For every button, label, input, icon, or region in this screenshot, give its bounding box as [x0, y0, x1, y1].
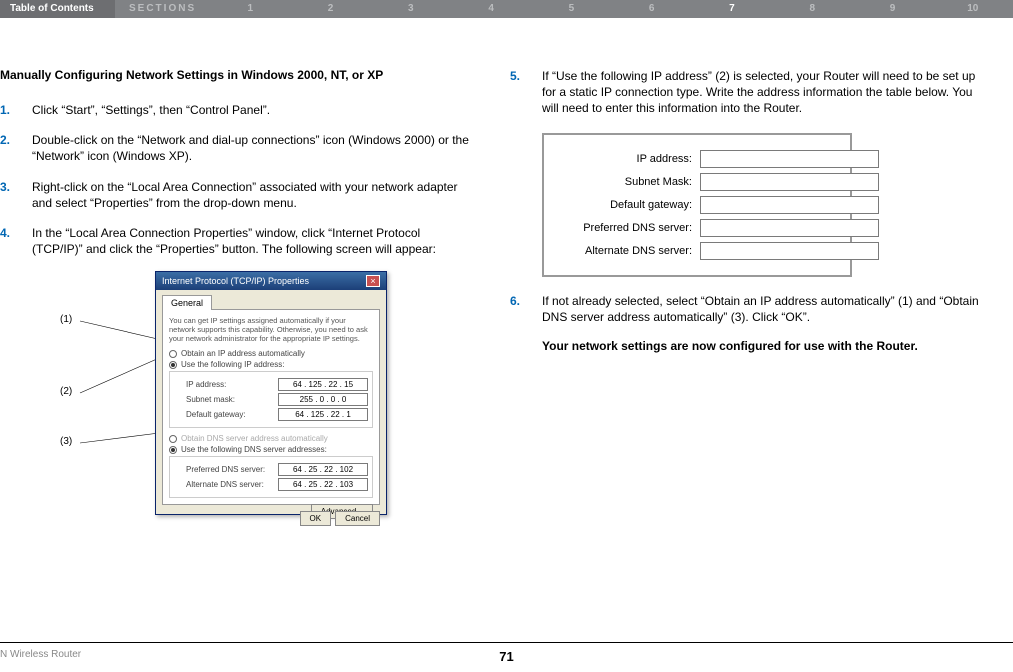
nav-1[interactable]: 1 [210, 0, 290, 18]
cancel-button[interactable]: Cancel [335, 511, 380, 526]
adns-label: Alternate DNS server: [550, 245, 700, 257]
general-tab[interactable]: General [162, 295, 212, 310]
adns-input[interactable] [278, 478, 368, 491]
callout-3: (3) [60, 436, 72, 447]
ip-group: IP address: Subnet mask: Default gateway… [169, 371, 373, 428]
adns-field[interactable] [700, 242, 879, 260]
nav-8[interactable]: 8 [772, 0, 852, 18]
radio-use-dns[interactable]: Use the following DNS server addresses: [169, 445, 373, 454]
dialog-title: Internet Protocol (TCP/IP) Properties [162, 276, 309, 286]
ip-field[interactable] [700, 150, 879, 168]
dialog-description: You can get IP settings assigned automat… [169, 316, 373, 343]
radio-label: Use the following IP address: [181, 360, 284, 369]
dns-group: Preferred DNS server: Alternate DNS serv… [169, 456, 373, 498]
gw-label: Default gateway: [550, 199, 700, 211]
nav-toc[interactable]: Table of Contents [0, 0, 115, 18]
radio-icon [169, 350, 177, 358]
pdns-label: Preferred DNS server: [550, 222, 700, 234]
nav-sections-label: SECTIONS [115, 0, 210, 18]
radio-use-ip[interactable]: Use the following IP address: [169, 360, 373, 369]
dialog-titlebar: Internet Protocol (TCP/IP) Properties × [156, 272, 386, 290]
radio-icon [169, 446, 177, 454]
gw-field[interactable] [700, 196, 879, 214]
step-6: 6. If not already selected, select “Obta… [510, 293, 980, 325]
callout-lines [60, 271, 160, 521]
nav-6[interactable]: 6 [612, 0, 692, 18]
adns-label: Alternate DNS server: [186, 480, 264, 489]
nav-5[interactable]: 5 [531, 0, 611, 18]
footer-product: N Wireless Router [0, 649, 81, 660]
step-text: Click “Start”, “Settings”, then “Control… [32, 102, 470, 118]
step-text: Right-click on the “Local Area Connectio… [32, 179, 470, 211]
sm-label: Subnet mask: [186, 395, 235, 404]
ip-entry-table: IP address: Subnet Mask: Default gateway… [542, 133, 852, 277]
ip-input[interactable] [278, 378, 368, 391]
step-num: 4. [0, 225, 32, 257]
gw-input[interactable] [278, 408, 368, 421]
final-note: Your network settings are now configured… [510, 339, 980, 353]
page-heading: Manually Configuring Network Settings in… [0, 68, 470, 82]
step-4: 4. In the “Local Area Connection Propert… [0, 225, 470, 257]
pdns-label: Preferred DNS server: [186, 465, 265, 474]
step-1: 1. Click “Start”, “Settings”, then “Cont… [0, 102, 470, 118]
nav-2[interactable]: 2 [290, 0, 370, 18]
step-num: 3. [0, 179, 32, 211]
step-num: 2. [0, 132, 32, 164]
nav-4[interactable]: 4 [451, 0, 531, 18]
radio-label: Use the following DNS server addresses: [181, 445, 327, 454]
callout-2: (2) [60, 386, 72, 397]
radio-obtain-ip[interactable]: Obtain an IP address automatically [169, 349, 373, 358]
radio-icon [169, 361, 177, 369]
right-column: 5. If “Use the following IP address” (2)… [510, 68, 980, 521]
step-text: In the “Local Area Connection Properties… [32, 225, 470, 257]
nav-3[interactable]: 3 [371, 0, 451, 18]
ip-label: IP address: [550, 153, 700, 165]
step-text: If not already selected, select “Obtain … [542, 293, 980, 325]
step-text: If “Use the following IP address” (2) is… [542, 68, 980, 117]
ip-label: IP address: [186, 380, 226, 389]
radio-label: Obtain DNS server address automatically [181, 434, 328, 443]
nav-7[interactable]: 7 [692, 0, 772, 18]
step-text: Double-click on the “Network and dial-up… [32, 132, 470, 164]
radio-icon [169, 435, 177, 443]
sm-field[interactable] [700, 173, 879, 191]
radio-label: Obtain an IP address automatically [181, 349, 305, 358]
step-2: 2. Double-click on the “Network and dial… [0, 132, 470, 164]
step-3: 3. Right-click on the “Local Area Connec… [0, 179, 470, 211]
dialog-body: You can get IP settings assigned automat… [162, 309, 380, 505]
sm-input[interactable] [278, 393, 368, 406]
callout-1: (1) [60, 314, 72, 325]
page-content: Manually Configuring Network Settings in… [0, 18, 1013, 521]
gw-label: Default gateway: [186, 410, 246, 419]
pdns-input[interactable] [278, 463, 368, 476]
tcpip-figure: (1) (2) (3) Internet Protocol (TCP/IP) P… [60, 271, 400, 521]
left-column: Manually Configuring Network Settings in… [0, 68, 470, 521]
close-icon[interactable]: × [366, 275, 380, 287]
step-num: 6. [510, 293, 542, 325]
top-nav: Table of Contents SECTIONS 1 2 3 4 5 6 7… [0, 0, 1013, 18]
radio-obtain-dns[interactable]: Obtain DNS server address automatically [169, 434, 373, 443]
page-number: 71 [499, 649, 513, 664]
sm-label: Subnet Mask: [550, 176, 700, 188]
nav-section-numbers: 1 2 3 4 5 6 7 8 9 10 [210, 0, 1013, 18]
pdns-field[interactable] [700, 219, 879, 237]
tcpip-dialog: Internet Protocol (TCP/IP) Properties × … [155, 271, 387, 515]
page-footer: N Wireless Router 71 [0, 642, 1013, 660]
nav-9[interactable]: 9 [852, 0, 932, 18]
step-num: 5. [510, 68, 542, 117]
step-num: 1. [0, 102, 32, 118]
step-5: 5. If “Use the following IP address” (2)… [510, 68, 980, 117]
nav-10[interactable]: 10 [933, 0, 1013, 18]
ok-button[interactable]: OK [300, 511, 332, 526]
